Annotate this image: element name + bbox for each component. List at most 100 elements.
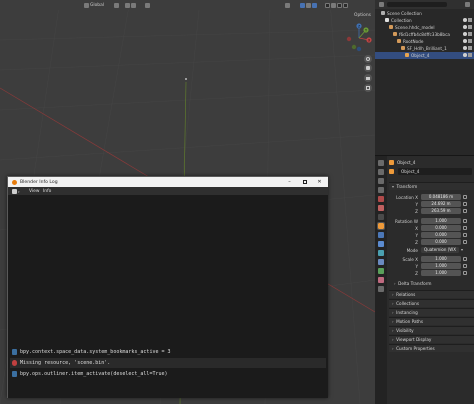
world-tab-icon[interactable] xyxy=(378,205,384,211)
lock-icon[interactable] xyxy=(463,219,467,224)
modifiers-tab-icon[interactable] xyxy=(378,232,384,238)
scene-tab-icon[interactable] xyxy=(378,196,384,202)
outliner-row-scene-model[interactable]: Scene.hhdc_model xyxy=(375,24,474,31)
lock-icon[interactable] xyxy=(463,233,467,238)
eye-icon[interactable] xyxy=(463,18,467,22)
window-title-bar[interactable]: Blender Info Log – ✕ xyxy=(8,177,328,187)
camera-icon[interactable] xyxy=(468,39,472,43)
pivot-dropdown[interactable] xyxy=(114,2,119,9)
eye-icon xyxy=(285,3,290,8)
chevron-right-icon: › xyxy=(394,281,396,287)
custom-properties-panel[interactable]: › Custom Properties xyxy=(389,344,474,352)
object-name-field[interactable]: Object_4 xyxy=(398,168,472,175)
info-menu[interactable]: Info xyxy=(43,189,51,194)
rotation-z-field[interactable]: 0.000 xyxy=(421,239,461,246)
zoom-button[interactable] xyxy=(364,55,372,63)
rotation-mode-row: Mode Quaternion (WX ▾ xyxy=(406,247,464,254)
log-entry[interactable]: Missing resource, 'scene.bin'. xyxy=(10,358,326,368)
outliner-row-scene-collection[interactable]: Scene Collection xyxy=(375,10,474,17)
scale-x-field[interactable]: 1.000 xyxy=(421,256,461,263)
outliner-row-fbx-node[interactable]: f6d1cffb4c8dffc33b8bca xyxy=(375,31,474,38)
rotation-mode-dropdown[interactable]: Quaternion (WX xyxy=(421,247,459,254)
outliner-search-input[interactable] xyxy=(387,2,447,7)
camera-icon[interactable] xyxy=(468,46,472,50)
relations-panel[interactable]: › Relations xyxy=(389,290,474,298)
outliner-row-rootnode[interactable]: RootNode xyxy=(375,38,474,45)
lock-icon[interactable] xyxy=(463,240,467,245)
outliner-editor-icon[interactable] xyxy=(379,2,384,7)
eye-icon[interactable] xyxy=(463,46,467,50)
gizmo-toggle[interactable] xyxy=(300,2,317,9)
eye-icon[interactable] xyxy=(463,25,467,29)
lock-icon[interactable] xyxy=(463,226,467,231)
info-log-body[interactable]: bpy.context.space_data.system_bookmarks_… xyxy=(8,195,328,398)
blender-logo-icon xyxy=(12,179,17,185)
delta-transform-panel[interactable]: › Delta Transform xyxy=(391,280,474,288)
location-y-field[interactable]: 24.692 m xyxy=(421,201,461,208)
filter-icon[interactable] xyxy=(465,2,470,7)
outliner-row-brilliant[interactable]: SF_Hdlh_Brilliant_1 xyxy=(375,45,474,52)
log-entry[interactable]: bpy.context.space_data.system_bookmarks_… xyxy=(10,347,326,357)
chevron-right-icon: › xyxy=(392,336,394,342)
lock-icon[interactable] xyxy=(463,271,467,276)
shading-mode-buttons[interactable] xyxy=(325,2,348,9)
lock-icon[interactable] xyxy=(463,209,467,214)
camera-icon[interactable] xyxy=(468,53,472,57)
pan-button[interactable] xyxy=(364,64,372,72)
navigation-gizmo[interactable]: Z X Y xyxy=(344,22,374,52)
snap-toggle[interactable] xyxy=(125,2,136,9)
editor-type-icon[interactable] xyxy=(12,188,17,194)
orientation-dropdown[interactable]: Global xyxy=(84,2,104,9)
perspective-toggle[interactable] xyxy=(364,84,372,92)
object-tab-icon[interactable] xyxy=(377,222,385,230)
eye-icon[interactable] xyxy=(463,53,467,57)
physics-tab-icon[interactable] xyxy=(378,250,384,256)
scale-y-field[interactable]: 1.000 xyxy=(421,263,461,270)
rotation-x-field[interactable]: 0.000 xyxy=(421,225,461,232)
gizmo-icon xyxy=(300,3,305,8)
minimize-button[interactable]: – xyxy=(282,177,297,187)
motion-paths-panel[interactable]: › Motion Paths xyxy=(389,317,474,325)
scale-z-row: Z 1.000 xyxy=(389,270,474,277)
visibility-panel[interactable]: › Visibility xyxy=(389,326,474,334)
transform-panel-header[interactable]: ▾ Transform xyxy=(389,182,474,190)
output-tab-icon[interactable] xyxy=(378,178,384,184)
material-tab-icon[interactable] xyxy=(378,277,384,283)
proportional-edit-toggle[interactable] xyxy=(145,2,150,9)
view-layer-tab-icon[interactable] xyxy=(378,187,384,193)
camera-icon[interactable] xyxy=(468,32,472,36)
camera-view-button[interactable] xyxy=(364,74,372,82)
rotation-w-field[interactable]: 1.000 xyxy=(421,218,461,225)
rotation-y-row: Y 0.000 xyxy=(389,232,474,239)
camera-icon[interactable] xyxy=(468,18,472,22)
collection-tab-icon[interactable] xyxy=(378,214,384,220)
visibility-dropdown[interactable] xyxy=(285,2,290,9)
options-dropdown[interactable]: Options xyxy=(354,12,371,19)
rotation-y-field[interactable]: 0.000 xyxy=(421,232,461,239)
close-button[interactable]: ✕ xyxy=(312,177,327,187)
location-x-field[interactable]: 0.048186 m xyxy=(421,194,461,201)
lock-icon[interactable] xyxy=(463,264,467,269)
view-menu[interactable]: View xyxy=(29,189,39,194)
viewport-display-panel[interactable]: › Viewport Display xyxy=(389,335,474,343)
eye-icon[interactable] xyxy=(463,32,467,36)
eye-icon[interactable] xyxy=(463,39,467,43)
outliner-row-collection[interactable]: Collection xyxy=(375,17,474,24)
constraints-tab-icon[interactable] xyxy=(378,259,384,265)
camera-icon[interactable] xyxy=(468,25,472,29)
texture-tab-icon[interactable] xyxy=(378,286,384,292)
collections-panel[interactable]: › Collections xyxy=(389,299,474,307)
location-z-field[interactable]: 263.59 m xyxy=(421,208,461,215)
render-tab-icon[interactable] xyxy=(378,169,384,175)
log-entry[interactable]: bpy.ops.outliner.item_activate(deselect_… xyxy=(10,369,326,379)
lock-icon[interactable] xyxy=(463,202,467,207)
data-tab-icon[interactable] xyxy=(378,268,384,274)
lock-icon[interactable] xyxy=(463,257,467,262)
instancing-panel[interactable]: › Instancing xyxy=(389,308,474,316)
scale-z-field[interactable]: 1.000 xyxy=(421,270,461,277)
lock-icon[interactable] xyxy=(463,195,467,200)
tool-tab-icon[interactable] xyxy=(378,160,384,166)
maximize-button[interactable] xyxy=(297,177,312,187)
particles-tab-icon[interactable] xyxy=(378,241,384,247)
outliner-row-object-4[interactable]: Object_4 xyxy=(375,52,474,59)
